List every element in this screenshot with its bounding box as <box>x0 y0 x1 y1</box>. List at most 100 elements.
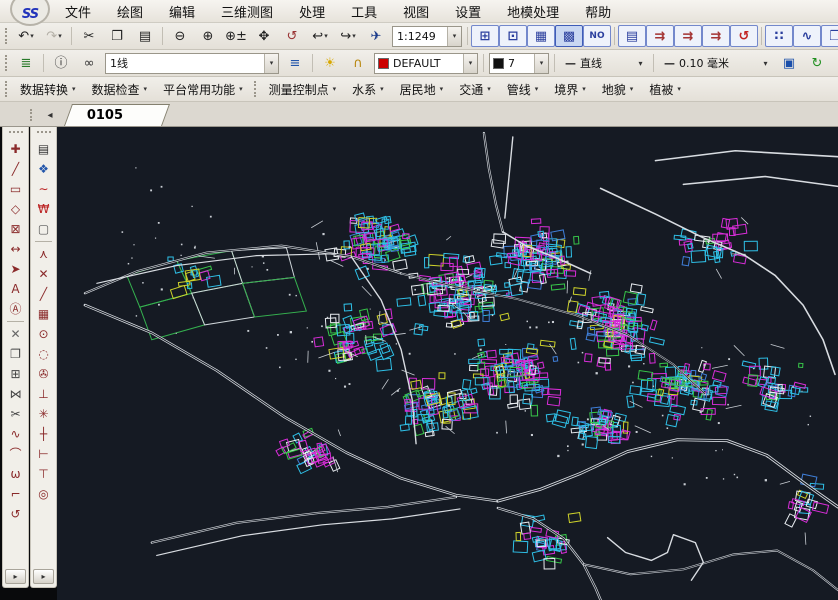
menu-terrain-model[interactable]: 地模处理 <box>494 0 572 23</box>
viewport-icon[interactable]: ▦ <box>527 25 555 47</box>
dimension-horizontal-icon[interactable]: ⊢ <box>33 444 54 464</box>
copy-object-icon[interactable]: ❐ <box>5 344 26 364</box>
zoom-in-icon[interactable]: ⊕ <box>194 25 222 47</box>
slope-line-icon[interactable]: ∼ <box>33 179 54 199</box>
toolbox-grip[interactable] <box>37 131 51 139</box>
lock-icon[interactable]: ▣ <box>775 52 803 74</box>
line-format-icon[interactable]: ∿ <box>793 25 821 47</box>
draw-arrowhead-icon[interactable]: ➤ <box>5 259 26 279</box>
polyline-offset-icon[interactable]: ∿ <box>5 424 26 444</box>
object-tree-icon[interactable]: ≣ <box>12 52 40 74</box>
trim-object-icon[interactable]: ✂ <box>5 404 26 424</box>
cat-traffic[interactable]: 交通▾ <box>451 78 499 101</box>
coordinate-globe-icon[interactable]: ❖ <box>33 159 54 179</box>
toolbar-grip[interactable] <box>5 55 7 71</box>
cat-data-check[interactable]: 数据检查▾ <box>84 78 156 101</box>
menu-edit[interactable]: 编辑 <box>156 0 208 23</box>
toolbox-expand-button[interactable]: ▸ <box>5 569 26 584</box>
color-combo[interactable]: 7▾ <box>489 53 549 74</box>
dropdown-arrow-icon[interactable]: ▾ <box>463 54 477 73</box>
mirror-object-icon[interactable]: ⋈ <box>5 384 26 404</box>
tab-0105[interactable]: 0105 <box>64 104 170 126</box>
circle-point-icon[interactable]: ⊙ <box>33 324 54 344</box>
previous-view-icon[interactable]: ↩▾ <box>306 25 334 47</box>
menu-view[interactable]: 视图 <box>390 0 442 23</box>
toolbar-grip[interactable] <box>254 81 256 97</box>
dropdown-arrow-icon[interactable]: ▾ <box>634 54 647 73</box>
dimension-123-icon[interactable]: ↔ <box>5 239 26 259</box>
toolbox-grip[interactable] <box>9 131 23 139</box>
symbol-flow-icon-2[interactable]: ⇉ <box>674 25 702 47</box>
text-annotation-icon[interactable]: A <box>5 279 26 299</box>
info-icon[interactable]: ⓘ <box>47 52 75 74</box>
point-format-icon[interactable]: ∷ <box>765 25 793 47</box>
tab-scroll-left-button[interactable]: ◂ <box>42 107 58 123</box>
node-cross-icon[interactable]: ✕ <box>33 264 54 284</box>
redo-icon[interactable]: ↷▾ <box>40 25 68 47</box>
menu-file[interactable]: 文件 <box>52 0 104 23</box>
steep-slope-icon[interactable]: ₩ <box>33 199 54 219</box>
menu-tools[interactable]: 工具 <box>338 0 390 23</box>
rotate-numbered-icon[interactable]: ↺ <box>5 504 26 524</box>
dropdown-arrow-icon[interactable]: ▾ <box>264 54 278 73</box>
draw-point-icon[interactable]: ✚ <box>5 139 26 159</box>
perpendicular-icon[interactable]: ⊥ <box>33 384 54 404</box>
draw-hatch-icon[interactable]: ⊠ <box>5 219 26 239</box>
zoom-previous-icon[interactable]: ⊡ <box>499 25 527 47</box>
cat-data-convert[interactable]: 数据转换▾ <box>12 78 84 101</box>
layers-stack-icon[interactable]: ≡ <box>281 52 309 74</box>
zoom-window-icon[interactable]: ⊕± <box>222 25 250 47</box>
layer-visibility-bulb-icon[interactable]: ☀ <box>316 52 344 74</box>
draw-line-icon[interactable]: ╱ <box>5 159 26 179</box>
redline-loop-icon[interactable]: ↺ <box>730 25 758 47</box>
scale-combo[interactable]: 1:1249▾ <box>392 26 462 47</box>
layer-combo[interactable]: DEFAULT▾ <box>374 53 478 74</box>
paste-icon[interactable]: ▤ <box>131 25 159 47</box>
copy-icon[interactable]: ❐ <box>103 25 131 47</box>
cat-pipeline[interactable]: 管线▾ <box>499 78 547 101</box>
dropdown-arrow-icon[interactable]: ▾ <box>759 54 772 73</box>
arc-segment-icon[interactable]: ⌒ <box>5 444 26 464</box>
target-circle-icon[interactable]: ◎ <box>33 484 54 504</box>
dashed-circle-icon[interactable]: ◌ <box>33 344 54 364</box>
menu-draw[interactable]: 绘图 <box>104 0 156 23</box>
next-view-icon[interactable]: ↪▾ <box>334 25 362 47</box>
menu-help[interactable]: 帮助 <box>572 0 624 23</box>
toolbox-expand-button[interactable]: ▸ <box>33 569 54 584</box>
asterisk-star-icon[interactable]: ✳ <box>33 404 54 424</box>
edit-note-icon[interactable]: ✎ <box>831 52 838 74</box>
undo-icon[interactable]: ↶▾ <box>12 25 40 47</box>
pipe-bend-icon[interactable]: ⌐ <box>5 484 26 504</box>
erase-object-icon[interactable]: ✕ <box>5 324 26 344</box>
menu-settings[interactable]: 设置 <box>442 0 494 23</box>
cat-boundary[interactable]: 境界▾ <box>546 78 594 101</box>
copy-with-base-icon[interactable]: ⊞ <box>5 364 26 384</box>
drawing-canvas[interactable] <box>57 127 838 600</box>
grid-toggle-icon[interactable]: ▩ <box>555 25 583 47</box>
cat-platform-common[interactable]: 平台常用功能▾ <box>155 78 251 101</box>
menu-process[interactable]: 处理 <box>286 0 338 23</box>
lasso-icon[interactable]: ✇ <box>33 364 54 384</box>
linetype-combo[interactable]: —直线▾ <box>560 53 648 74</box>
cross-tick-icon[interactable]: ┼ <box>33 424 54 444</box>
block-format-icon[interactable]: ❐ <box>821 25 838 47</box>
symbol-flow-icon-3[interactable]: ⇉ <box>702 25 730 47</box>
cat-residential[interactable]: 居民地▾ <box>392 78 452 101</box>
menu-survey-3d[interactable]: 三维测图 <box>208 0 286 23</box>
pan-icon[interactable]: ✥ <box>250 25 278 47</box>
toolbar-grip[interactable] <box>5 81 7 97</box>
layer-unlock-icon[interactable]: ∩ <box>344 52 372 74</box>
selection-box-icon[interactable]: ▢ <box>33 219 54 239</box>
raster-manager-icon[interactable]: ▤ <box>618 25 646 47</box>
batter-symbol-icon[interactable]: ω <box>5 464 26 484</box>
cat-water-system[interactable]: 水系▾ <box>344 78 392 101</box>
grid-points-icon[interactable]: ▦ <box>33 304 54 324</box>
cut-icon[interactable]: ✂ <box>75 25 103 47</box>
cat-survey-control-point[interactable]: 测量控制点▾ <box>261 78 345 101</box>
notebook-icon[interactable]: ▤ <box>33 139 54 159</box>
node-link-icon[interactable]: ⋏ <box>33 244 54 264</box>
no-dither-button[interactable]: NO <box>583 25 611 47</box>
cat-vegetation[interactable]: 植被▾ <box>641 78 689 101</box>
lineweight-combo[interactable]: —0.10 毫米▾ <box>659 53 773 74</box>
fly-view-icon[interactable]: ✈ <box>362 25 390 47</box>
